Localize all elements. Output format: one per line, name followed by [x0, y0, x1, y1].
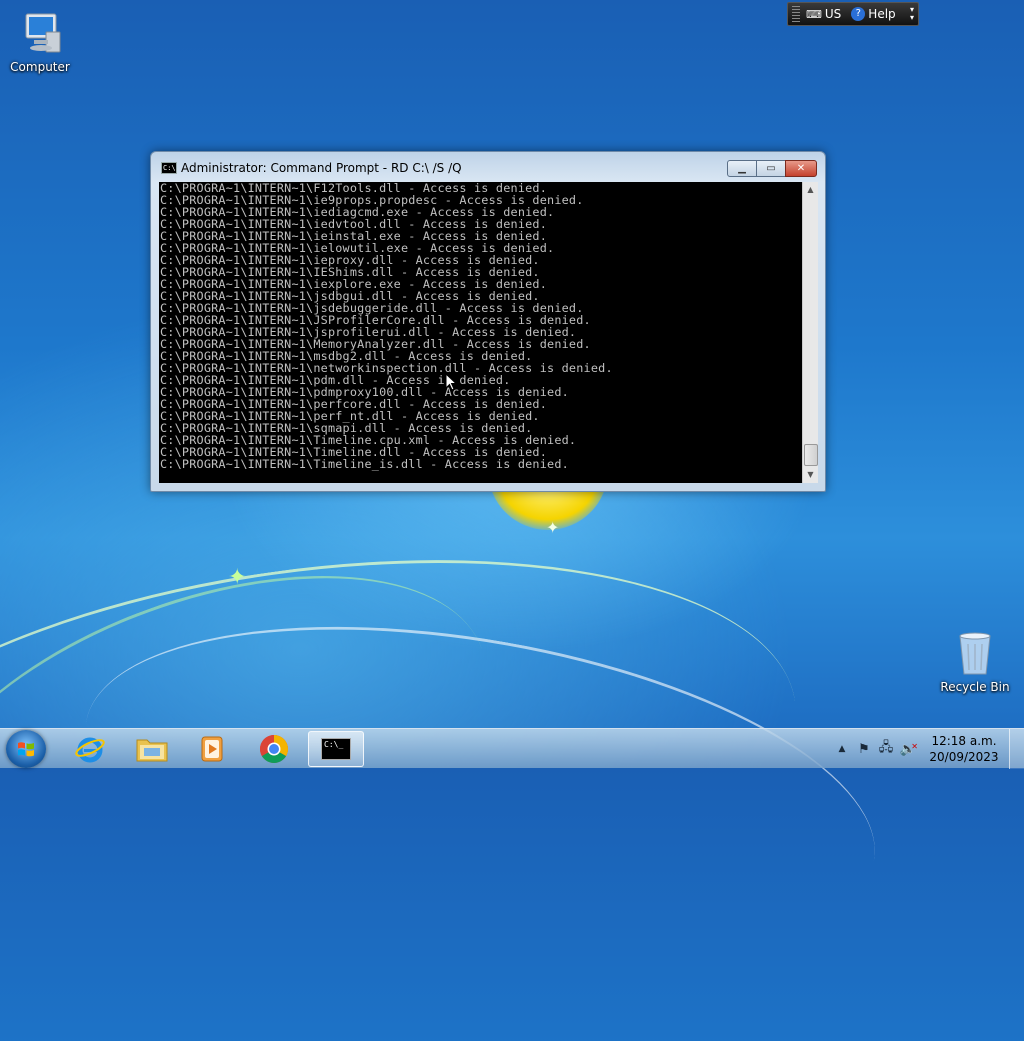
wallpaper-swoosh [59, 572, 901, 1011]
desktop-icon-label: Computer [10, 60, 70, 74]
start-button[interactable] [6, 730, 46, 768]
scroll-down-icon[interactable]: ▼ [803, 467, 818, 483]
window-titlebar[interactable]: C:\ Administrator: Command Prompt - RD C… [151, 152, 825, 182]
taskbar-command-prompt[interactable]: C:\_ [308, 731, 364, 767]
mouse-cursor-icon [445, 373, 457, 391]
minimize-icon: ▁ [738, 163, 746, 174]
chrome-icon [260, 735, 288, 763]
close-icon: ✕ [796, 163, 806, 174]
taskbar-windows-explorer[interactable] [124, 731, 180, 767]
show-desktop-button[interactable] [1009, 729, 1024, 769]
sparkle-icon: ✦ [546, 518, 560, 537]
scroll-up-icon[interactable]: ▲ [803, 182, 818, 198]
cmd-icon-text: C:\_ [324, 740, 344, 749]
command-prompt-icon: C:\_ [321, 738, 351, 760]
console-scrollbar[interactable]: ▲ ▼ [802, 182, 818, 483]
help-button[interactable]: Help [868, 7, 895, 21]
console-line: C:\PROGRA~1\INTERN~1\Timeline_is.dll - A… [160, 457, 569, 471]
clock-date: 20/09/2023 [929, 750, 999, 764]
maximize-button[interactable]: ▭ [756, 160, 786, 177]
desktop-icon-computer[interactable]: Computer [0, 10, 80, 74]
folder-icon [136, 739, 168, 762]
close-button[interactable]: ✕ [785, 160, 817, 177]
wallpaper-swoosh [0, 502, 824, 1041]
network-icon[interactable]: 🖧 [875, 738, 897, 760]
taskbar: C:\_ ▲ ⚑ 🖧 🔈 ✕ 12:18 a.m. 20/09/2023 [0, 728, 1024, 769]
desktop-icon-recycle-bin[interactable]: Recycle Bin [935, 630, 1015, 694]
scroll-thumb[interactable] [804, 444, 818, 466]
keyboard-icon: ⌨ [806, 7, 822, 21]
taskbar-chrome[interactable] [246, 731, 302, 767]
command-prompt-icon: C:\ [161, 162, 177, 174]
clock[interactable]: 12:18 a.m. 20/09/2023 [925, 733, 1003, 765]
taskbar-internet-explorer[interactable] [62, 731, 118, 767]
window-title: Administrator: Command Prompt - RD C:\ /… [181, 161, 462, 175]
media-player-icon [201, 736, 223, 762]
minimize-button[interactable]: ▁ [727, 160, 757, 177]
drag-grip-icon[interactable] [792, 6, 800, 22]
action-center-flag-icon[interactable]: ⚑ [853, 742, 875, 757]
help-icon[interactable]: ? [851, 7, 866, 21]
sparkle-icon: ✦ [228, 565, 247, 590]
taskbar-media-player[interactable] [184, 731, 240, 767]
system-tray: ▲ ⚑ 🖧 🔈 ✕ 12:18 a.m. 20/09/2023 [831, 729, 1024, 769]
language-bar[interactable]: ⌨ US ? Help ▾ ▾ [787, 2, 919, 26]
maximize-icon: ▭ [766, 163, 776, 174]
desktop-icon-label: Recycle Bin [940, 680, 1010, 694]
command-prompt-window[interactable]: C:\ Administrator: Command Prompt - RD C… [150, 151, 826, 492]
internet-explorer-icon [75, 737, 105, 763]
windows-logo-icon [18, 742, 34, 757]
language-indicator[interactable]: US [825, 7, 841, 21]
clock-time: 12:18 a.m. [931, 734, 997, 748]
recycle-bin-icon [951, 630, 999, 678]
console-output[interactable]: C:\PROGRA~1\INTERN~1\F12Tools.dll - Acce… [159, 182, 809, 483]
langbar-options-icon[interactable]: ▾ ▾ [910, 6, 914, 22]
computer-icon [16, 10, 64, 58]
volume-muted-icon[interactable]: 🔈 ✕ [897, 742, 919, 757]
show-hidden-icons-icon[interactable]: ▲ [831, 744, 853, 754]
